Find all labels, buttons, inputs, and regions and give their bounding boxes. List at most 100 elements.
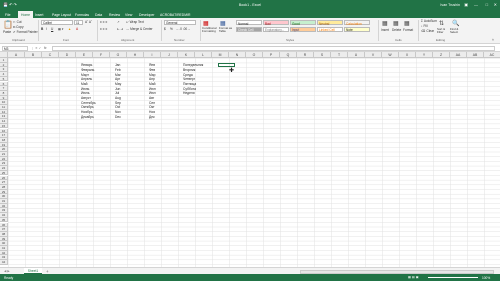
cell-value[interactable]: Aug — [115, 96, 121, 100]
cell-value[interactable]: Пятница — [183, 82, 196, 86]
cell-value[interactable]: Dec — [115, 115, 121, 119]
insert-button[interactable]: Insert — [381, 28, 389, 32]
font-name-select[interactable]: Calibri — [41, 20, 73, 25]
cell-value[interactable]: Понедельник — [183, 63, 203, 67]
cut-button[interactable]: ✂ Cut — [13, 20, 22, 24]
cell-value[interactable]: Янв — [149, 63, 155, 67]
align-left-icons[interactable]: ≡ ≡ ≡ — [100, 27, 107, 31]
cell-style-item[interactable]: Explanatory... — [263, 26, 289, 32]
collapse-ribbon-icon[interactable]: ˄ — [492, 38, 494, 42]
format-as-table-button[interactable]: Format as Table — [219, 26, 233, 34]
align-top-icons[interactable]: ≡ ≡ ≡ — [100, 20, 107, 24]
font-grow-shrink[interactable]: Aˆ Aˇ — [85, 20, 92, 24]
merge-center-button[interactable]: ↔ Merge & Center — [126, 27, 153, 31]
cell-value[interactable]: May — [115, 82, 121, 86]
cell-style-item[interactable]: Note — [344, 26, 370, 32]
cell-value[interactable]: Ноябрь — [81, 110, 92, 114]
cell-value[interactable]: Feb — [115, 68, 121, 72]
find-select-button[interactable]: Find & Select — [450, 27, 462, 35]
cell-value[interactable]: Sep — [115, 101, 121, 105]
cell-value[interactable]: Декабрь — [81, 115, 94, 119]
cell-area[interactable]: Январь Февраль Март Апрель Май Июнь Июль Август… — [8, 58, 500, 267]
zoom-slider[interactable] — [428, 277, 478, 278]
tab-file[interactable]: File — [5, 11, 10, 18]
cell-value[interactable]: Фев — [149, 68, 155, 72]
fill-button[interactable]: ↓ Fill — [421, 24, 428, 28]
cell-value[interactable]: Июн — [149, 87, 156, 91]
cell-value[interactable]: Май — [149, 82, 155, 86]
tab-acrobat[interactable]: ACROBAT/REDMIR — [160, 11, 190, 18]
cell-value[interactable]: Авг — [149, 96, 154, 100]
ribbon-options-icon[interactable]: ▣ — [464, 2, 468, 7]
cell-value[interactable]: Четверг — [183, 77, 195, 81]
percent-button[interactable]: % — [170, 27, 173, 31]
cell-value[interactable]: Апр — [149, 77, 155, 81]
cell-style-item[interactable]: Check Cell — [236, 26, 262, 32]
cell-value[interactable]: Jul — [115, 91, 119, 95]
cell-value[interactable]: Мар — [149, 73, 155, 77]
cell-value[interactable]: Окт — [149, 105, 155, 109]
cell-value[interactable]: Сен — [149, 101, 155, 105]
cell-value[interactable]: Июл — [149, 91, 156, 95]
cell-value[interactable]: Ноя — [149, 110, 155, 114]
cell-value[interactable]: Nov — [115, 110, 121, 114]
copy-button[interactable]: ⧉ Copy — [13, 25, 24, 29]
sheet-nav-icons[interactable]: ◀ ▶ — [4, 269, 10, 273]
tab-review[interactable]: Review — [109, 11, 120, 18]
paste-icon[interactable]: 📋 — [3, 20, 13, 29]
cell-value[interactable]: Среда — [183, 73, 193, 77]
minimize-icon[interactable]: — — [474, 2, 478, 7]
restore-icon[interactable]: □ — [486, 2, 488, 7]
fill-color-icon[interactable]: ▲ — [68, 27, 71, 31]
bold-button[interactable]: B — [41, 27, 43, 31]
format-button[interactable]: Format — [403, 28, 413, 32]
font-color-icon[interactable]: A — [76, 27, 78, 31]
format-painter-button[interactable]: ✐ Format Painter — [13, 30, 38, 34]
name-box[interactable]: M3 — [2, 45, 28, 51]
decimal-icons[interactable]: ←.0 .00→ — [176, 27, 190, 31]
clear-button[interactable]: ⌫ Clear — [421, 29, 434, 33]
user-name[interactable]: Ivan Trushin — [440, 3, 460, 7]
cell-value[interactable]: Июнь — [81, 87, 89, 91]
zoom-level[interactable]: 100% — [482, 276, 490, 280]
cell-value[interactable]: Oct — [115, 105, 120, 109]
cell-style-item[interactable]: Calculation — [344, 20, 370, 26]
tab-insert[interactable]: Insert — [35, 11, 43, 18]
cell-value[interactable]: Июль — [81, 91, 89, 95]
cell-style-item[interactable]: Good — [290, 20, 316, 26]
cell-value[interactable]: Jun — [115, 87, 120, 91]
cell-style-item[interactable]: Linked Cell — [317, 26, 343, 32]
cell-value[interactable]: Mar — [115, 73, 121, 77]
font-size-select[interactable]: 11 — [74, 20, 83, 25]
tab-data[interactable]: Data — [95, 11, 102, 18]
cell-value[interactable]: Февраль — [81, 68, 94, 72]
orientation-icon[interactable]: ↗ — [117, 20, 120, 24]
cell-value[interactable]: Apr — [115, 77, 120, 81]
tab-page-layout[interactable]: Page Layout — [52, 11, 71, 18]
conditional-formatting-button[interactable]: Conditional Formatting — [202, 26, 218, 34]
cell-value[interactable]: Jan — [115, 63, 120, 67]
paste-button[interactable]: Paste — [3, 30, 11, 34]
formula-buttons[interactable]: ⋮ ✕ ✓ — [31, 46, 41, 50]
formula-input[interactable] — [52, 45, 495, 51]
sort-filter-button[interactable]: Sort & Filter — [437, 27, 449, 35]
number-format-select[interactable]: General — [164, 20, 196, 25]
cell-style-item[interactable]: Input — [290, 26, 316, 32]
cell-value[interactable]: Вторник — [183, 68, 195, 72]
cell-value[interactable]: Октябрь — [81, 105, 94, 109]
cell-value[interactable]: Неделя — [183, 91, 195, 95]
tab-developer[interactable]: Developer — [139, 11, 154, 18]
cell-value[interactable]: Январь — [81, 63, 92, 67]
cell-value[interactable]: Август — [81, 96, 91, 100]
currency-button[interactable]: $ — [164, 27, 166, 31]
close-icon[interactable]: ✕ — [494, 2, 497, 7]
tab-home[interactable]: Home — [18, 11, 34, 18]
tab-formulas[interactable]: Formulas — [75, 11, 89, 18]
insert-function-button[interactable]: fx — [44, 46, 46, 50]
cell-value[interactable]: Дек — [149, 115, 155, 119]
indent-icon[interactable]: ⇤ ⇥ — [117, 27, 123, 31]
cell-style-item[interactable]: Bad — [263, 20, 289, 26]
borders-icon[interactable]: ▦ ▾ — [58, 27, 64, 31]
cell-value[interactable]: Март — [81, 73, 89, 77]
view-buttons[interactable]: ▦ ▤ ▣ — [408, 275, 419, 279]
